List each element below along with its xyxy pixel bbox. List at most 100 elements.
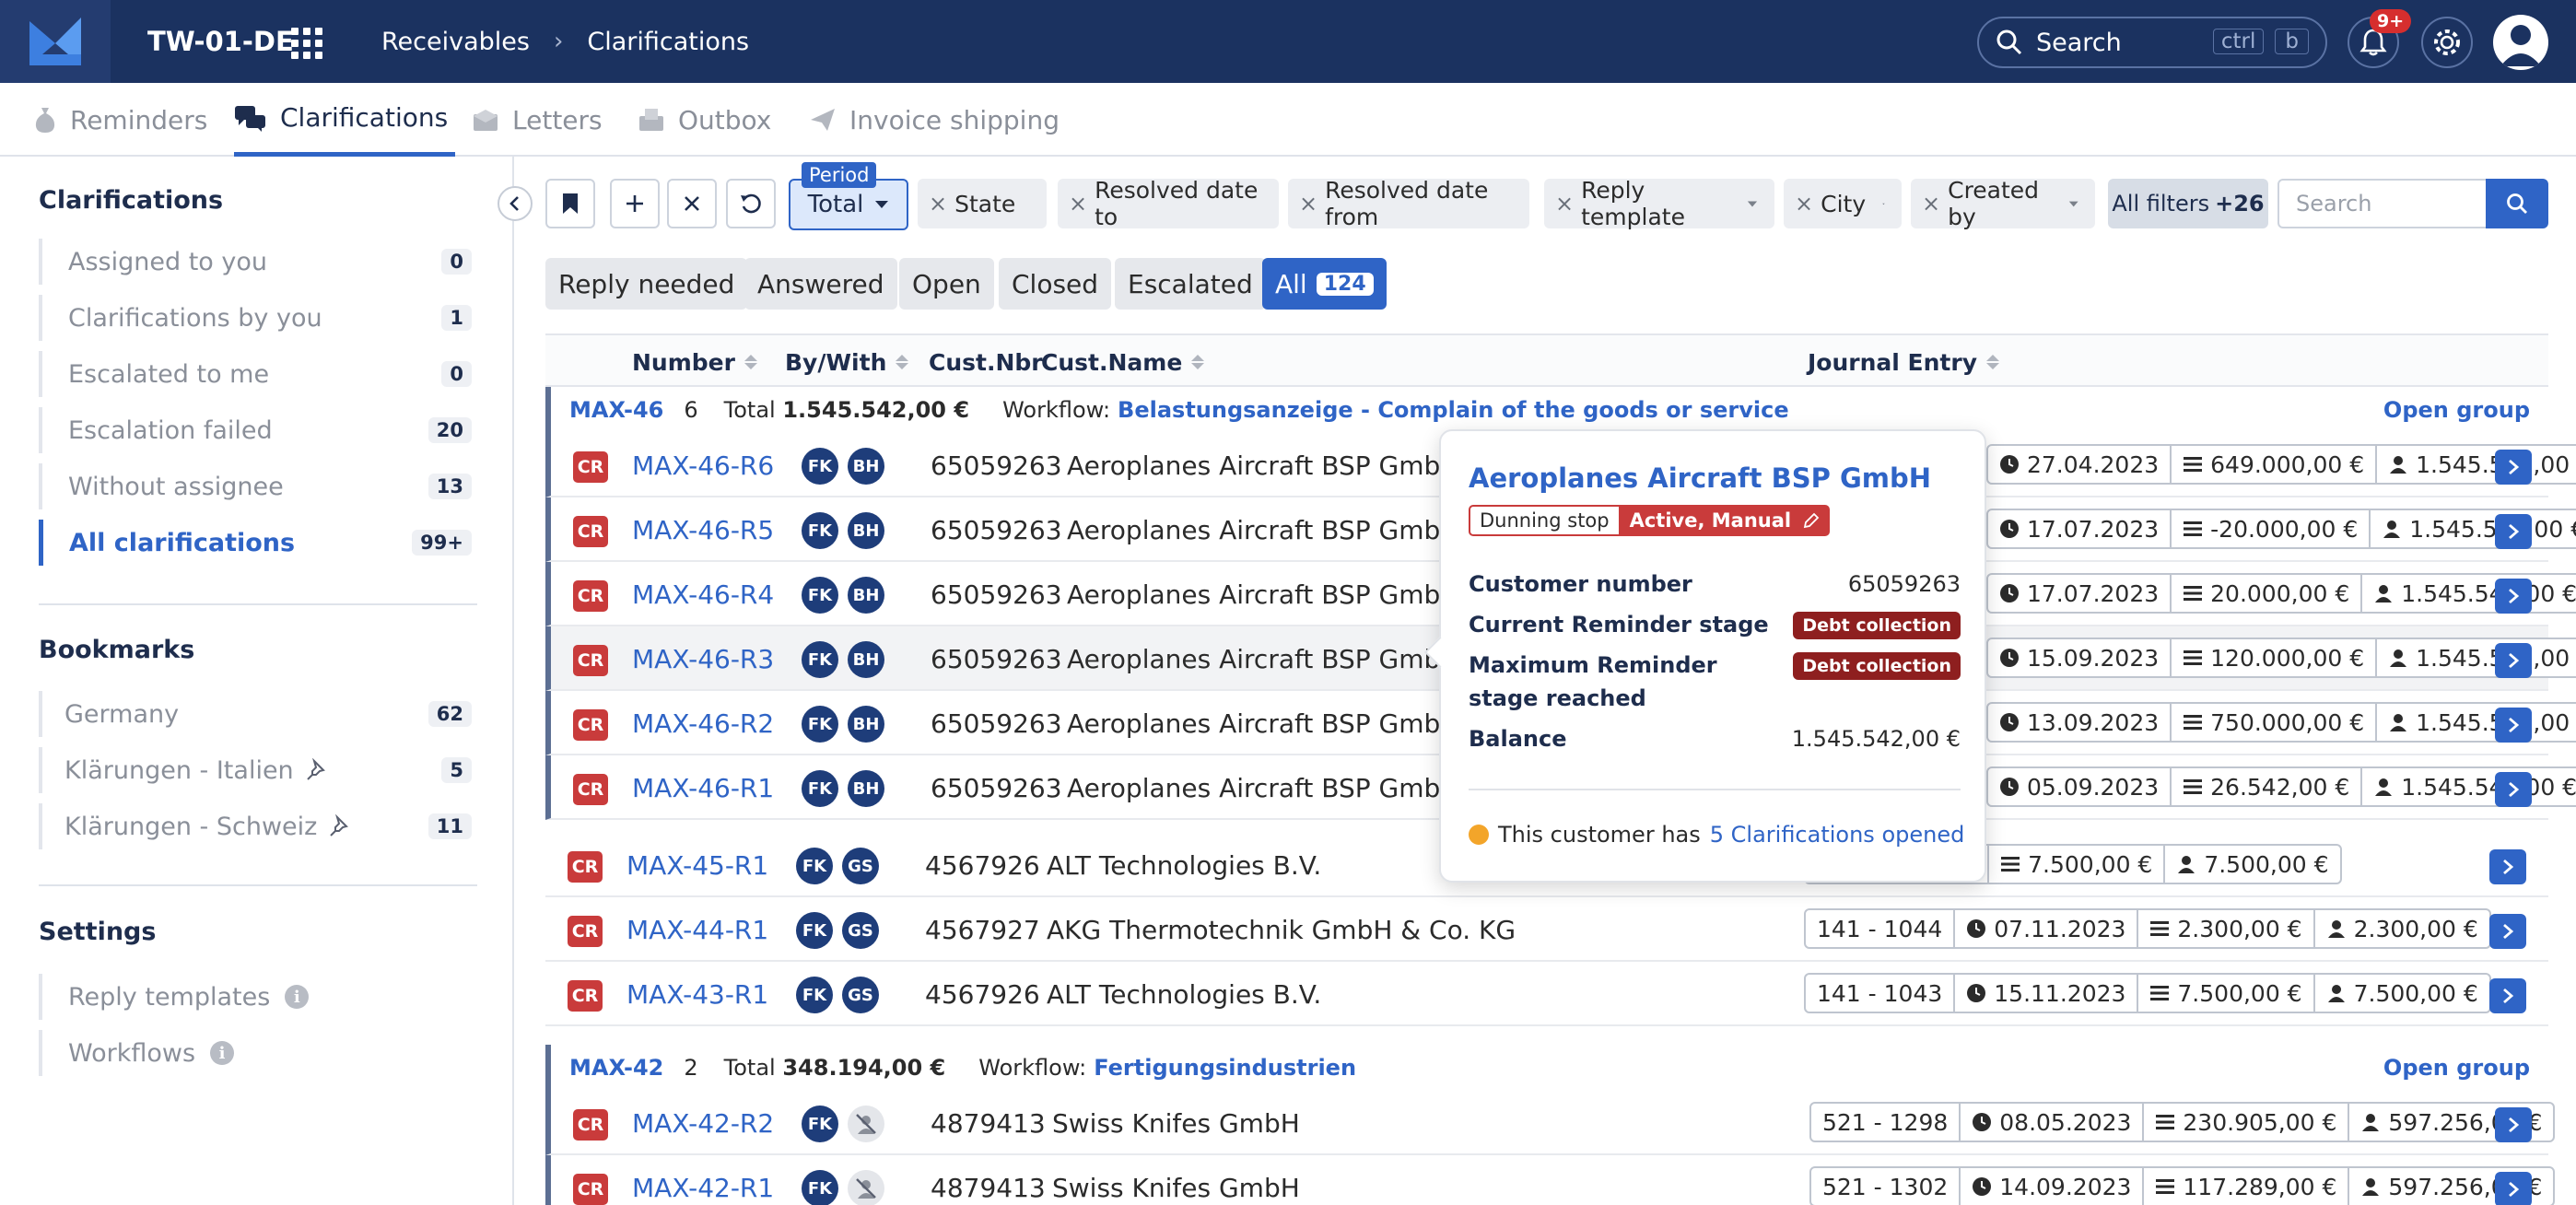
sidebar-item-clarifications-by-you[interactable]: Clarifications by you 1 — [39, 295, 472, 341]
user-avatar-with[interactable]: BH — [848, 770, 884, 807]
user-avatar-by[interactable]: FK — [796, 977, 833, 1013]
clarification-number-link[interactable]: MAX-43-R1 — [626, 962, 768, 1026]
user-avatar-by[interactable]: FK — [802, 512, 838, 549]
open-row-button[interactable] — [2489, 978, 2526, 1013]
app-logo[interactable] — [0, 0, 111, 83]
group-id[interactable]: MAX-46 — [569, 397, 663, 423]
filter-chip-resolved-date-to[interactable]: × Resolved date to — [1058, 177, 1279, 230]
open-group-link[interactable]: Open group — [2383, 397, 2530, 423]
status-reply-needed[interactable]: Reply needed — [545, 258, 748, 310]
tab-outbox[interactable]: Outbox — [638, 83, 771, 157]
clarification-number-link[interactable]: MAX-46-R4 — [632, 562, 774, 626]
group-workflow[interactable]: Belastungsanzeige - Complain of the good… — [1118, 397, 1789, 423]
user-avatar[interactable] — [2493, 15, 2548, 70]
user-avatar-by[interactable]: FK — [802, 641, 838, 678]
clarification-number-link[interactable]: MAX-46-R3 — [632, 626, 774, 691]
filter-chip-created-by[interactable]: × Created by — [1911, 177, 2095, 230]
settings-button[interactable] — [2421, 17, 2473, 68]
clarification-number-link[interactable]: MAX-46-R5 — [632, 497, 774, 562]
user-avatar-by[interactable]: FK — [802, 1106, 838, 1142]
open-row-button[interactable] — [2489, 849, 2526, 884]
remove-filter-icon[interactable]: × — [1795, 191, 1813, 216]
user-avatar-with[interactable] — [848, 1170, 884, 1205]
sidebar-item-all-clarifications[interactable]: All clarifications 99+ — [39, 520, 472, 566]
user-avatar-by[interactable]: FK — [796, 912, 833, 949]
tab-letters[interactable]: Letters — [472, 83, 603, 157]
user-avatar-with[interactable]: BH — [848, 577, 884, 614]
sidebar-item-assigned-to-you[interactable]: Assigned to you 0 — [39, 239, 472, 285]
global-search[interactable]: Search ctrl b — [1977, 17, 2327, 68]
tab-reminders[interactable]: Reminders — [33, 83, 207, 157]
filter-chip-reply-template[interactable]: × Reply template — [1544, 177, 1774, 230]
remove-filter-icon[interactable]: × — [1069, 191, 1087, 216]
user-avatar-by[interactable]: FK — [802, 448, 838, 485]
open-row-button[interactable] — [2495, 643, 2532, 678]
filter-chip-state[interactable]: × State — [918, 179, 1047, 228]
remove-filter-icon[interactable]: × — [929, 191, 947, 216]
customer-name[interactable]: AKG Thermotechnik GmbH & Co. KG — [1047, 897, 1516, 962]
open-group-link[interactable]: Open group — [2383, 1055, 2530, 1081]
user-avatar-by[interactable]: FK — [802, 1170, 838, 1205]
user-avatar-with[interactable]: GS — [842, 977, 879, 1013]
remove-filter-icon[interactable]: × — [1299, 191, 1317, 216]
clarification-number-link[interactable]: MAX-46-R2 — [632, 691, 774, 755]
open-row-button[interactable] — [2489, 914, 2526, 949]
customer-name[interactable]: ALT Technologies B.V. — [1047, 833, 1321, 897]
add-filter-button[interactable] — [610, 179, 660, 228]
customer-name[interactable]: Swiss Knifes GmbH — [1052, 1155, 1300, 1205]
customer-name[interactable]: Aeroplanes Aircraft BSP GmbH — [1067, 626, 1459, 691]
customer-name[interactable]: Aeroplanes Aircraft BSP GmbH — [1067, 433, 1459, 497]
sidebar-item-reply-templates[interactable]: Reply templates i — [39, 974, 472, 1020]
sidebar-item-without-assignee[interactable]: Without assignee 13 — [39, 463, 472, 509]
clarification-number-link[interactable]: MAX-46-R1 — [632, 755, 774, 820]
user-avatar-with[interactable] — [848, 1106, 884, 1142]
sidebar-item-escalated-to-me[interactable]: Escalated to me 0 — [39, 351, 472, 397]
remove-filter-icon[interactable]: × — [1555, 191, 1574, 216]
user-avatar-with[interactable]: GS — [842, 912, 879, 949]
open-row-button[interactable] — [2495, 772, 2532, 807]
column-cust-name[interactable]: Cust.Name — [1041, 335, 1205, 389]
tab-invoice-shipping[interactable]: Invoice shipping — [809, 83, 1060, 157]
customer-name[interactable]: Swiss Knifes GmbH — [1052, 1091, 1300, 1155]
sidebar-item-bookmark-italien[interactable]: Klärungen - Italien 5 — [39, 747, 472, 793]
user-avatar-with[interactable]: BH — [848, 706, 884, 743]
user-avatar-by[interactable]: FK — [802, 577, 838, 614]
reset-filters-button[interactable] — [726, 179, 776, 228]
open-row-button[interactable] — [2495, 708, 2532, 743]
group-id[interactable]: MAX-42 — [569, 1055, 663, 1081]
customer-name[interactable]: Aeroplanes Aircraft BSP GmbH — [1067, 562, 1459, 626]
filter-search-input[interactable]: Search — [2277, 179, 2488, 228]
info-icon[interactable]: i — [285, 985, 310, 1009]
clarification-number-link[interactable]: MAX-45-R1 — [626, 833, 768, 897]
dunning-stop-value[interactable]: Active, Manual — [1620, 505, 1831, 536]
sidebar-item-workflows[interactable]: Workflows i — [39, 1030, 472, 1076]
pin-icon[interactable] — [305, 758, 329, 782]
clarification-number-link[interactable]: MAX-44-R1 — [626, 897, 768, 962]
customer-name[interactable]: Aeroplanes Aircraft BSP GmbH — [1067, 691, 1459, 755]
sidebar-item-bookmark-schweiz[interactable]: Klärungen - Schweiz 11 — [39, 803, 472, 849]
customer-name[interactable]: Aeroplanes Aircraft BSP GmbH — [1067, 497, 1459, 562]
open-row-button[interactable] — [2495, 514, 2532, 549]
apps-grid-icon[interactable] — [291, 28, 322, 59]
open-row-button[interactable] — [2495, 450, 2532, 485]
user-avatar-with[interactable]: BH — [848, 512, 884, 549]
customer-name[interactable]: ALT Technologies B.V. — [1047, 962, 1321, 1026]
all-filters-button[interactable]: All filters +26 — [2108, 179, 2268, 228]
sidebar-item-bookmark-germany[interactable]: Germany 62 — [39, 691, 472, 737]
column-by-with[interactable]: By/With — [785, 335, 909, 389]
pin-icon[interactable] — [328, 814, 352, 838]
clarification-number-link[interactable]: MAX-42-R1 — [632, 1155, 774, 1205]
table-row[interactable]: CR MAX-42-R1 FK 4879413 Swiss Knifes GmbH 521… — [545, 1155, 2556, 1205]
group-workflow[interactable]: Fertigungsindustrien — [1094, 1055, 1356, 1081]
user-avatar-by[interactable]: FK — [796, 848, 833, 884]
user-avatar-with[interactable]: BH — [848, 641, 884, 678]
status-all[interactable]: All 124 — [1262, 258, 1387, 310]
status-answered[interactable]: Answered — [744, 258, 897, 310]
status-escalated[interactable]: Escalated — [1115, 258, 1266, 310]
user-avatar-by[interactable]: FK — [802, 706, 838, 743]
column-journal-entry[interactable]: Journal Entry — [1808, 335, 1999, 389]
open-row-button[interactable] — [2495, 1107, 2532, 1142]
customer-name[interactable]: Aeroplanes Aircraft BSP GmbH — [1067, 755, 1459, 820]
user-avatar-with[interactable]: BH — [848, 448, 884, 485]
open-row-button[interactable] — [2495, 579, 2532, 614]
